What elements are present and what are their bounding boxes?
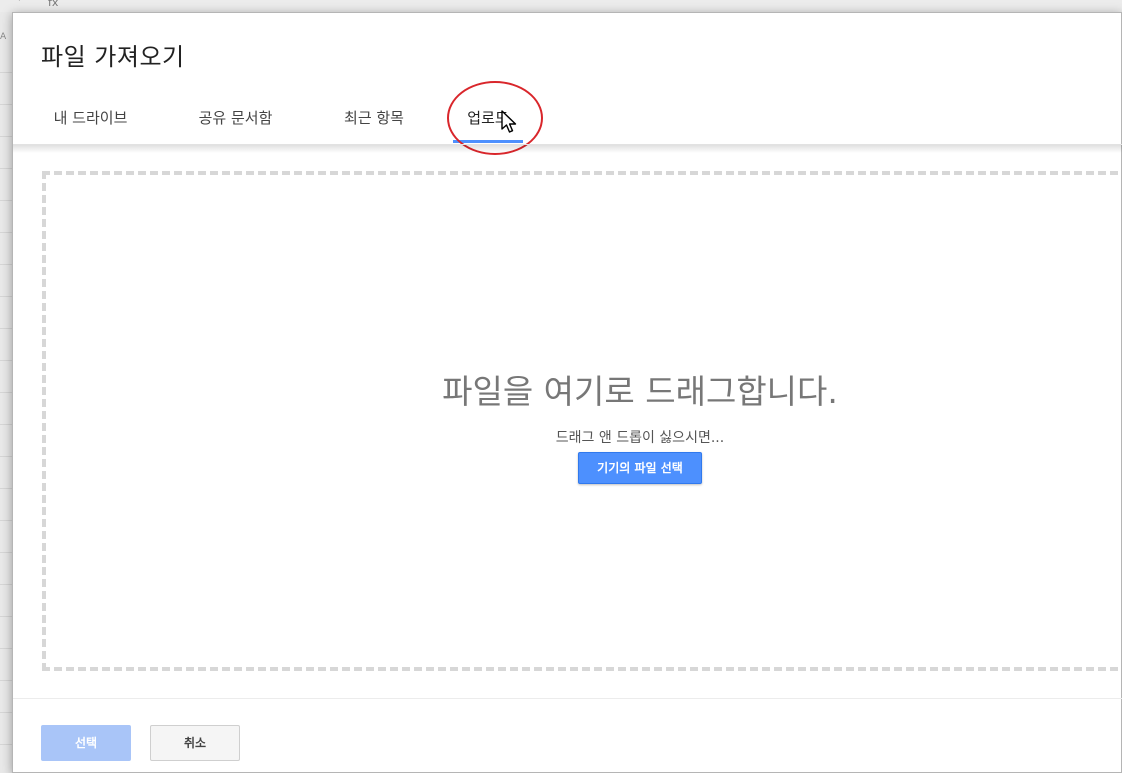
drop-zone-title: 파일을 여기로 드래그합니다.	[442, 372, 838, 411]
row-divider	[0, 712, 12, 713]
tab-recent[interactable]: 최근 항목	[335, 101, 413, 141]
row-divider	[0, 520, 12, 521]
row-divider	[0, 744, 12, 745]
row-divider	[0, 264, 12, 265]
chevron-down-icon: ▾	[17, 0, 22, 4]
file-drop-zone[interactable]	[42, 171, 1122, 671]
row-divider	[0, 392, 12, 393]
row-divider	[0, 680, 12, 681]
tab-bar: 내 드라이브 공유 문서함 최근 항목 업로드	[13, 95, 1122, 145]
row-divider	[0, 584, 12, 585]
row-divider	[0, 424, 12, 425]
row-divider	[0, 136, 12, 137]
footer-divider	[13, 698, 1122, 699]
import-file-dialog: 파일 가져오기 내 드라이브 공유 문서함 최근 항목 업로드 파일을 여기로 …	[12, 12, 1122, 773]
row-divider	[0, 360, 12, 361]
row-divider	[0, 200, 12, 201]
row-divider	[0, 456, 12, 457]
fx-icon: fx	[48, 0, 59, 9]
row-divider	[0, 104, 12, 105]
row-divider	[0, 552, 12, 553]
row-divider	[0, 72, 12, 73]
row-divider	[0, 328, 12, 329]
tab-my-drive[interactable]: 내 드라이브	[43, 101, 138, 141]
tab-shared-with-me[interactable]: 공유 문서함	[188, 101, 283, 141]
column-header-a: A	[0, 32, 7, 42]
choose-file-button[interactable]: 기기의 파일 선택	[578, 452, 702, 484]
row-divider	[0, 296, 12, 297]
row-divider	[0, 232, 12, 233]
tab-bar-divider	[13, 144, 1122, 153]
mouse-pointer-icon	[501, 110, 517, 133]
drop-zone-subtitle: 드래그 앤 드롭이 싫으시면...	[555, 430, 725, 446]
select-button[interactable]: 선택	[41, 725, 131, 761]
cancel-button[interactable]: 취소	[150, 725, 240, 761]
row-divider	[0, 168, 12, 169]
dialog-title: 파일 가져오기	[41, 43, 185, 71]
row-divider	[0, 648, 12, 649]
active-tab-indicator	[453, 140, 523, 143]
row-divider	[0, 616, 12, 617]
row-divider	[0, 488, 12, 489]
